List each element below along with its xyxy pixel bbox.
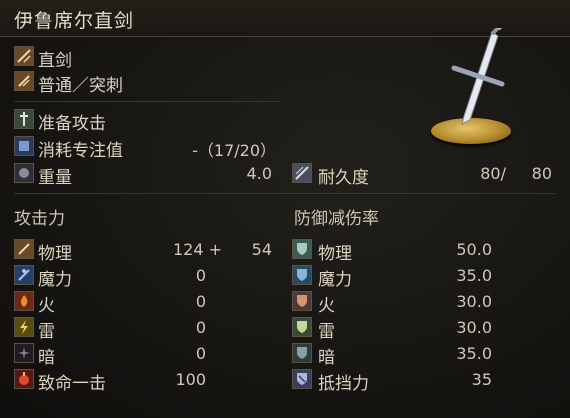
damage-reduction-header: 防御减伤率 [294,209,379,229]
defense-lightning-label: 雷 [318,322,335,342]
attack-lightning-label: 雷 [38,322,55,342]
dark-icon [14,343,34,363]
magic-icon [14,265,34,285]
attack-dark-label: 暗 [38,348,55,368]
fire-icon [14,291,34,311]
shield-lightning-icon [292,317,312,337]
stability-icon [292,369,312,389]
divider [14,101,279,102]
attack-power-header: 攻击力 [14,209,65,229]
defense-fire-label: 火 [318,296,335,316]
fp-cost-label: 消耗专注值 [38,141,123,161]
defense-physical-label: 物理 [318,244,352,264]
lightning-icon [14,317,34,337]
attack-critical-value: 100 [175,370,206,389]
shield-fire-icon [292,291,312,311]
defense-dark-value: 35.0 [456,344,492,363]
shield-magic-icon [292,265,312,285]
critical-icon [14,369,34,389]
durability-current: 80/ [480,164,506,183]
weapon-stats-panel: 伊鲁席尔直剑 直剑 普通／突刺 准备攻击 消耗专注值 -（17/20） 重量 4… [0,0,570,418]
defense-fire-value: 30.0 [456,292,492,311]
skill-icon [14,109,34,129]
weight-icon [14,163,34,183]
weapon-skill: 准备攻击 [38,114,106,134]
shield-physical-icon [292,239,312,259]
weapon-type: 直剑 [38,51,72,71]
defense-dark-label: 暗 [318,348,335,368]
attack-magic-label: 魔力 [38,270,72,290]
attack-physical-value: 124 + [172,240,222,259]
attack-critical-label: 致命一击 [38,374,106,394]
attack-type: 普通／突刺 [38,76,123,96]
durability-label: 耐久度 [318,168,369,188]
attack-physical-label: 物理 [38,244,72,264]
fp-cost-value: -（17/20） [192,141,276,160]
defense-stability-label: 抵挡力 [318,374,369,394]
attack-lightning-value: 0 [195,318,206,337]
weight-value: 4.0 [246,164,272,183]
weapon-type-icon [14,46,34,66]
weapon-name: 伊鲁席尔直剑 [14,10,135,32]
weight-label: 重量 [38,168,72,188]
sword-physical-icon [14,239,34,259]
attack-magic-value: 0 [195,266,206,285]
fp-cost-icon [14,136,34,156]
defense-lightning-value: 30.0 [456,318,492,337]
durability-icon [292,163,312,183]
attack-fire-label: 火 [38,296,55,316]
shield-dark-icon [292,343,312,363]
defense-physical-value: 50.0 [456,240,492,259]
durability-max: 80 [531,164,552,183]
defense-stability-value: 35 [471,370,492,389]
attack-type-icon [14,71,34,91]
attack-dark-value: 0 [195,344,206,363]
attack-physical-bonus: 54 [251,240,272,259]
defense-magic-value: 35.0 [456,266,492,285]
defense-magic-label: 魔力 [318,270,352,290]
divider [14,193,556,194]
straight-sword-icon [451,28,505,125]
attack-fire-value: 0 [195,292,206,311]
